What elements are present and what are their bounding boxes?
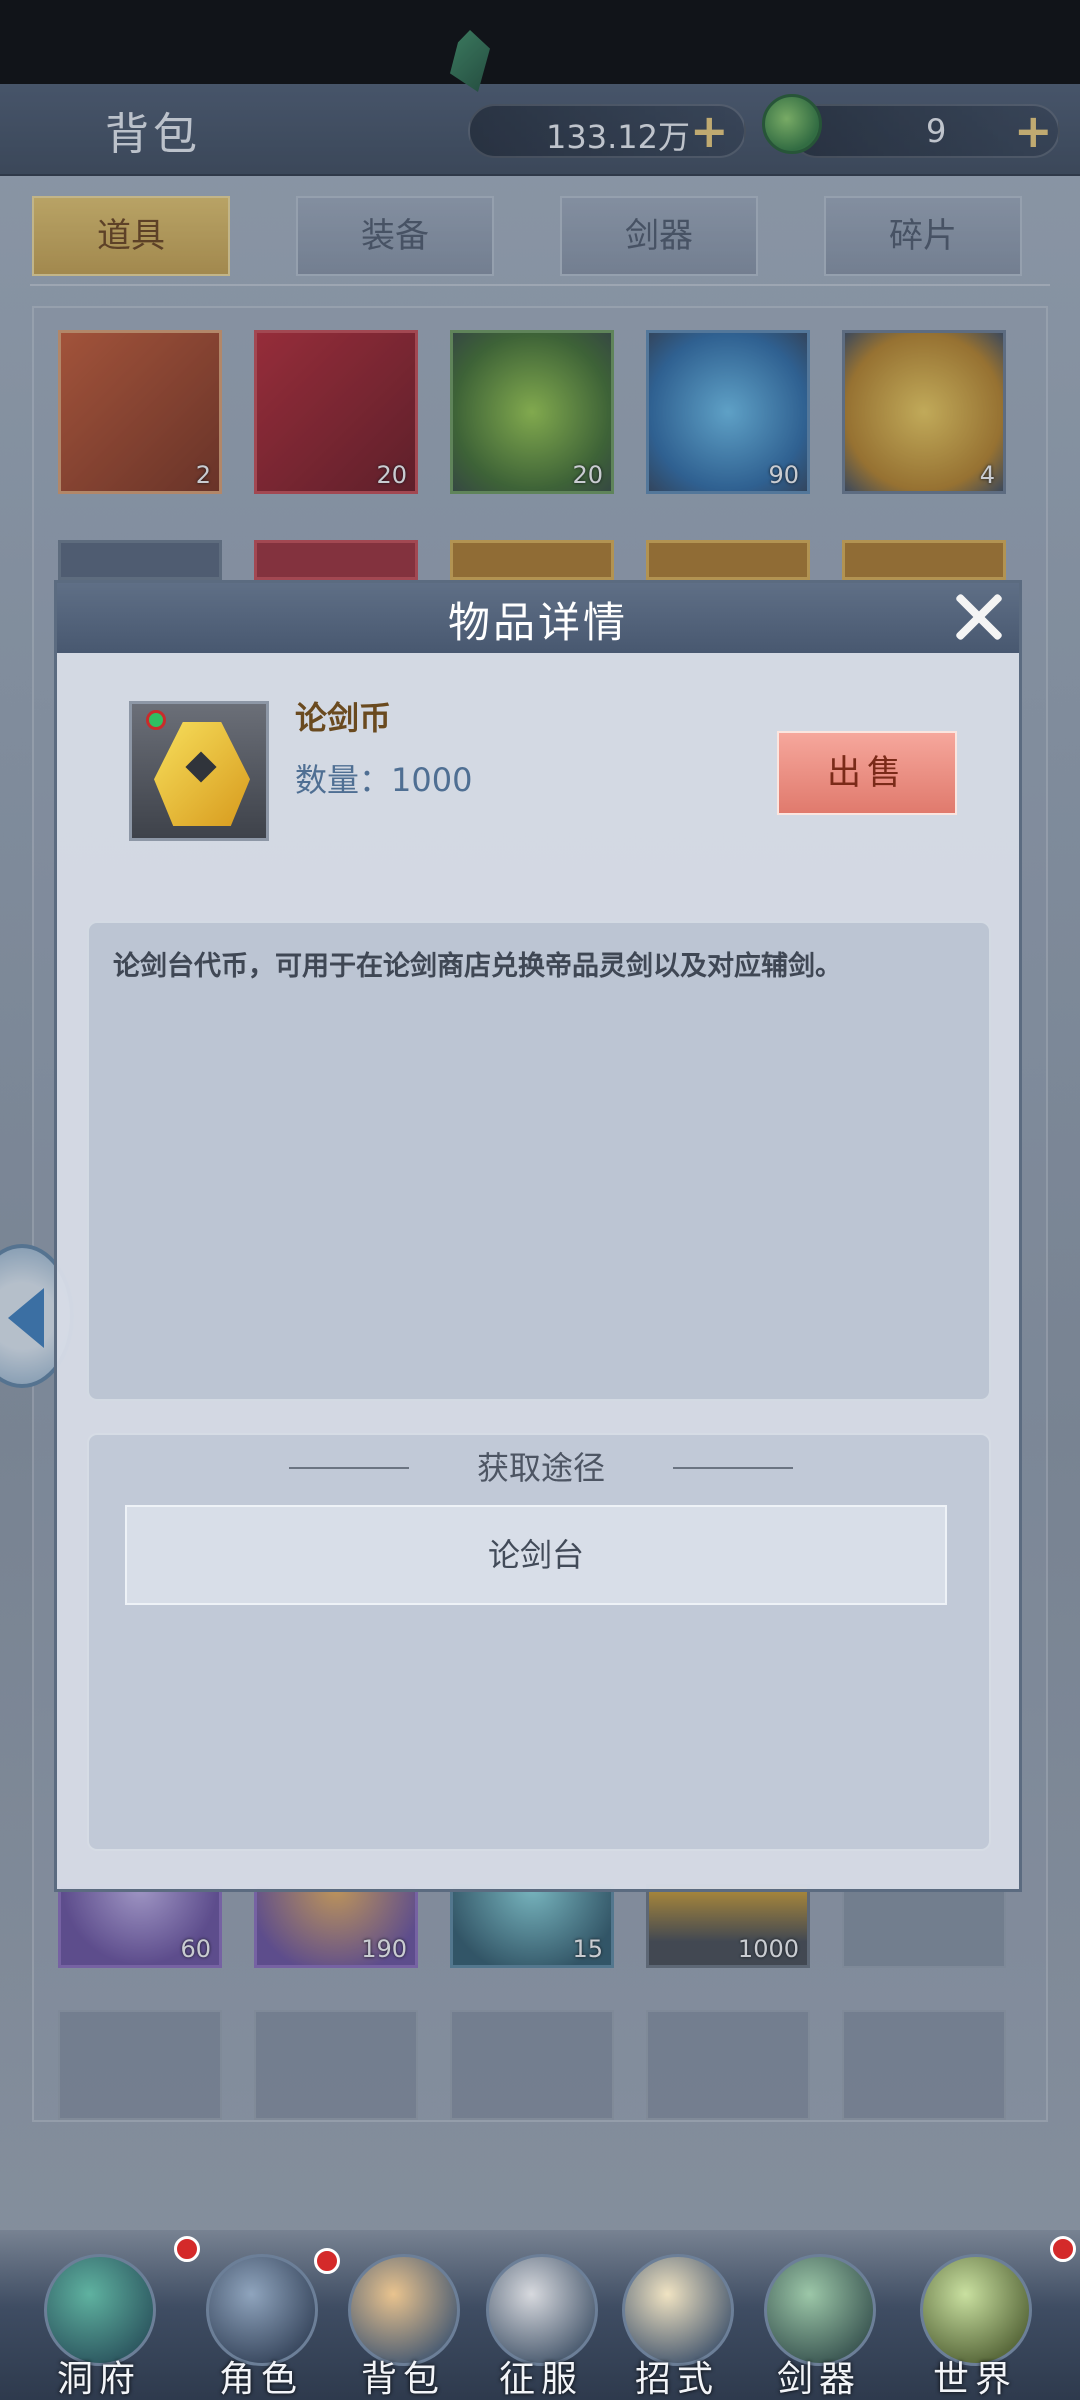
nav-skills[interactable]: 招式	[612, 2254, 742, 2400]
source-heading: 获取途径	[476, 1449, 605, 1487]
source-box: 获取途径 论剑台	[87, 1433, 991, 1851]
item-detail-modal: 物品详情 论剑币 数量：1000 出售 论剑台代币，可用于在论剑商店兑换帝品灵剑…	[54, 580, 1022, 1892]
item-icon	[129, 701, 269, 841]
nav-label: 剑器	[776, 2359, 861, 2400]
description-box: 论剑台代币，可用于在论剑商店兑换帝品灵剑以及对应辅剑。	[87, 921, 991, 1401]
notification-badge	[174, 2236, 200, 2262]
notification-badge	[1050, 2236, 1076, 2262]
nav-swords[interactable]: 剑器	[754, 2254, 884, 2400]
nav-world[interactable]: 世界	[910, 2254, 1040, 2400]
sell-button[interactable]: 出售	[777, 731, 957, 815]
notification-badge	[314, 2248, 340, 2274]
close-icon[interactable]	[953, 591, 1005, 643]
nav-label: 征服	[498, 2359, 583, 2400]
nav-label: 招式	[634, 2359, 719, 2400]
modal-header: 物品详情	[57, 583, 1019, 653]
nav-character[interactable]: 角色	[196, 2254, 326, 2400]
item-description: 论剑台代币，可用于在论剑商店兑换帝品灵剑以及对应辅剑。	[113, 951, 842, 982]
nav-label: 角色	[218, 2359, 303, 2400]
nav-label: 洞府	[56, 2359, 141, 2400]
nav-label: 世界	[932, 2359, 1017, 2400]
divider-right	[673, 1467, 793, 1469]
nav-cave[interactable]: 洞府	[34, 2254, 164, 2400]
nav-bag[interactable]: 背包	[338, 2254, 468, 2400]
item-name: 论剑币	[295, 699, 392, 737]
bottom-nav: 洞府 角色 背包 征服 招式 剑器 世界	[0, 2230, 1080, 2400]
modal-title: 物品详情	[447, 598, 628, 647]
nav-label: 背包	[360, 2359, 445, 2400]
nav-conquer[interactable]: 征服	[476, 2254, 606, 2400]
item-quantity: 数量：1000	[295, 761, 473, 799]
coin-bead	[146, 710, 166, 730]
source-item-lunjiantai[interactable]: 论剑台	[125, 1505, 947, 1605]
